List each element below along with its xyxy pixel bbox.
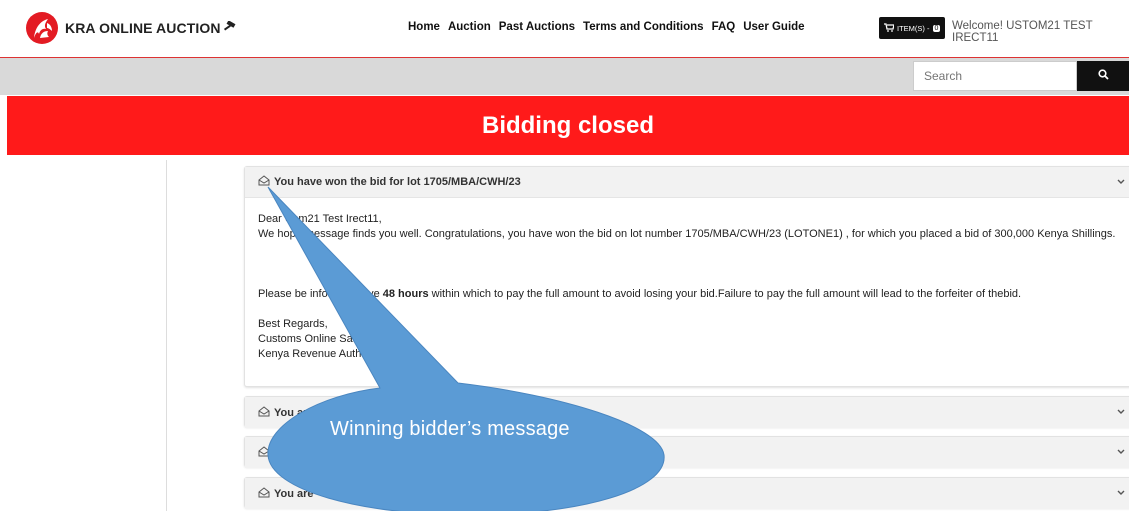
message-title: You are <box>274 487 314 500</box>
nav-past-auctions[interactable]: Past Auctions <box>499 21 575 33</box>
kra-lion-logo-icon <box>26 12 58 44</box>
chevron-down-icon[interactable] <box>1117 447 1125 457</box>
top-header: KRA ONLINE AUCTION Home Auction Past Auc… <box>0 0 1129 58</box>
message-panel[interactable]: You are <box>244 477 1129 509</box>
greeting-rest: m21 Test Irect11, <box>298 213 382 225</box>
search-input[interactable] <box>913 61 1077 91</box>
page: KRA ONLINE AUCTION Home Auction Past Auc… <box>0 0 1129 511</box>
message-panel: You have won the bid for lot 1705/MBA/CW… <box>244 166 1129 387</box>
sign-off: Best Regards, <box>258 318 328 330</box>
nav-terms[interactable]: Terms and Conditions <box>583 21 704 33</box>
body-line1-b: message finds you well. Congratulations,… <box>304 228 1116 240</box>
main-nav: Home Auction Past Auctions Terms and Con… <box>408 21 805 33</box>
chevron-down-icon[interactable] <box>1117 407 1125 417</box>
envelope-open-icon <box>258 405 270 420</box>
bidding-closed-banner: Bidding closed <box>7 96 1129 155</box>
cart-count-badge: 0 <box>932 24 941 32</box>
message-header[interactable]: You have won the bid for lot 1705/MBA/CW… <box>245 167 1129 198</box>
message-title: Y <box>274 446 282 459</box>
gavel-icon <box>223 19 237 36</box>
deadline-hours: 48 hours <box>382 288 429 300</box>
signature-line1: Customs Online Sale L <box>258 333 371 345</box>
nav-auction[interactable]: Auction <box>448 21 491 33</box>
envelope-open-icon <box>258 175 270 189</box>
banner-title: Bidding closed <box>481 111 654 139</box>
sidebar <box>7 160 167 511</box>
message-header[interactable]: You are <box>245 478 1129 509</box>
body-line2-b: ou have <box>340 288 383 300</box>
cart-icon <box>884 22 895 34</box>
message-title: You are t <box>274 406 321 419</box>
message-header[interactable]: Y <box>245 437 1129 468</box>
body-line1-a: We hope <box>258 228 305 240</box>
welcome-text[interactable]: Welcome! USTOM21 TEST IRECT11 <box>952 20 1129 44</box>
callout-text: Winning bidder’s message <box>330 418 570 440</box>
envelope-open-icon <box>258 486 270 501</box>
search-bar <box>0 58 1129 95</box>
signature-line2: Kenya Revenue Authorit <box>258 348 377 360</box>
cart-button[interactable]: ITEM(S) - 0 <box>879 17 946 39</box>
envelope-open-icon <box>258 445 270 460</box>
chevron-down-icon[interactable] <box>1117 177 1125 187</box>
brand-name: KRA ONLINE AUCTION <box>65 20 221 36</box>
body-line2-c: within which to pay the full amount to a… <box>428 288 1022 300</box>
greeting: Dear Us <box>258 213 299 225</box>
message-body: Dear Usm21 Test Irect11, We hope message… <box>245 198 1129 362</box>
nav-faq[interactable]: FAQ <box>712 21 736 33</box>
search-button[interactable] <box>1077 61 1129 91</box>
brand[interactable]: KRA ONLINE AUCTION <box>26 12 237 44</box>
nav-home[interactable]: Home <box>408 21 440 33</box>
message-title: You have won the bid for lot 1705/MBA/CW… <box>274 176 521 188</box>
body-line2-a: Please be inform <box>258 288 341 300</box>
chevron-down-icon[interactable] <box>1117 488 1125 498</box>
cart-label: ITEM(S) - <box>897 23 930 33</box>
nav-user-guide[interactable]: User Guide <box>743 21 804 33</box>
search-icon <box>1097 67 1109 85</box>
